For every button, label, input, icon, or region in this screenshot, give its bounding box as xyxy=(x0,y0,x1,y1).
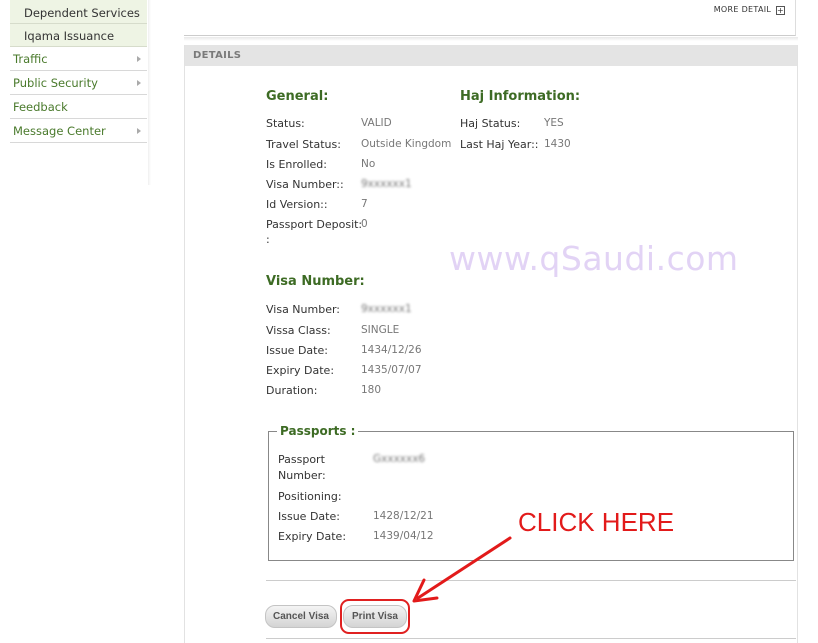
divider xyxy=(266,580,796,581)
bottom-divider xyxy=(266,638,796,639)
sidebar-item-label: Traffic xyxy=(13,52,48,66)
visa-number-value: 9xxxxxx1 xyxy=(361,303,412,315)
click-here-annotation: CLICK HERE xyxy=(518,507,675,537)
details-panel: DETAILS General: Status: VALID Travel St… xyxy=(184,45,798,643)
is-enrolled-label: Is Enrolled: xyxy=(266,158,327,171)
sidebar-subitem-iqama-issuance[interactable]: Iqama Issuance xyxy=(10,24,147,47)
passports-legend: Passports : xyxy=(280,424,356,438)
passport-expiry-date-value: 1439/04/12 xyxy=(373,530,434,542)
details-body: General: Status: VALID Travel Status: Ou… xyxy=(185,66,797,643)
more-detail-link[interactable]: MORE DETAIL + xyxy=(714,5,785,15)
haj-status-label: Haj Status: xyxy=(460,117,521,130)
id-version-label: Id Version:: xyxy=(266,198,328,211)
sidebar-divider xyxy=(148,0,151,185)
passport-number-label: Passport xyxy=(278,453,325,466)
sidebar-item-feedback[interactable]: Feedback xyxy=(10,95,147,119)
passport-deposit-label: Passport Deposit: xyxy=(266,218,363,231)
haj-information-title: Haj Information: xyxy=(460,89,581,104)
plus-box-icon: + xyxy=(776,6,785,15)
last-haj-year-label: Last Haj Year:: xyxy=(460,138,539,151)
status-label: Status: xyxy=(266,117,305,130)
sidebar-subitem-dependent-services[interactable]: Dependent Services xyxy=(10,0,147,24)
visa-class-value: SINGLE xyxy=(361,324,400,336)
print-visa-highlight xyxy=(340,599,410,634)
visa-section-title: Visa Number: xyxy=(266,274,365,289)
more-detail-label: MORE DETAIL xyxy=(713,5,772,14)
travel-status-value: Outside Kingdom xyxy=(361,138,452,150)
passport-deposit-label-colon: : xyxy=(266,233,270,246)
general-title: General: xyxy=(266,89,329,104)
chevron-right-icon xyxy=(137,80,141,86)
passport-issue-date-value: 1428/12/21 xyxy=(373,510,434,522)
visa-class-label: Vissa Class: xyxy=(266,324,331,337)
watermark: www.qSaudi.com xyxy=(449,239,739,278)
visa-number-label: Visa Number: xyxy=(266,303,341,316)
id-version-value: 7 xyxy=(361,198,368,210)
visa-number-label: Visa Number:: xyxy=(266,178,344,191)
cancel-visa-button[interactable]: Cancel Visa xyxy=(265,605,337,628)
last-haj-year-value: 1430 xyxy=(544,138,571,150)
is-enrolled-value: No xyxy=(361,158,376,170)
passport-expiry-date-label: Expiry Date: xyxy=(278,530,347,543)
summary-panel: MORE DETAIL + xyxy=(184,0,796,36)
visa-issue-date-value: 1434/12/26 xyxy=(361,344,422,356)
visa-issue-date-label: Issue Date: xyxy=(266,344,328,357)
duration-value: 180 xyxy=(361,384,382,396)
passports-fieldset: Passports : xyxy=(268,424,794,561)
sidebar-item-label: Feedback xyxy=(13,100,68,114)
sidebar-item-message-center[interactable]: Message Center xyxy=(10,119,147,143)
haj-status-value: YES xyxy=(544,117,564,129)
passport-deposit-value: 0 xyxy=(361,218,368,230)
passport-issue-date-label: Issue Date: xyxy=(278,510,340,523)
visa-expiry-date-value: 1435/07/07 xyxy=(361,364,422,376)
chevron-right-icon xyxy=(137,56,141,62)
travel-status-label: Travel Status: xyxy=(266,138,341,151)
visa-expiry-date-label: Expiry Date: xyxy=(266,364,335,377)
status-value: VALID xyxy=(361,117,392,129)
positioning-label: Positioning: xyxy=(278,490,342,503)
duration-label: Duration: xyxy=(266,384,318,397)
sidebar-item-label: Message Center xyxy=(13,124,106,138)
visa-number-value: 9xxxxxx1 xyxy=(361,178,412,190)
passport-number-label-2: Number: xyxy=(278,469,326,482)
sidebar-item-traffic[interactable]: Traffic xyxy=(10,47,147,71)
sidebar-item-public-security[interactable]: Public Security xyxy=(10,71,147,95)
chevron-right-icon xyxy=(137,128,141,134)
details-header: DETAILS xyxy=(185,45,797,66)
sidebar-nav: Dependent Services Iqama Issuance Traffi… xyxy=(10,0,147,143)
sidebar-item-label: Public Security xyxy=(13,76,98,90)
passport-number-value: Gxxxxxx6 xyxy=(373,453,426,465)
panel-shadow xyxy=(184,37,798,41)
